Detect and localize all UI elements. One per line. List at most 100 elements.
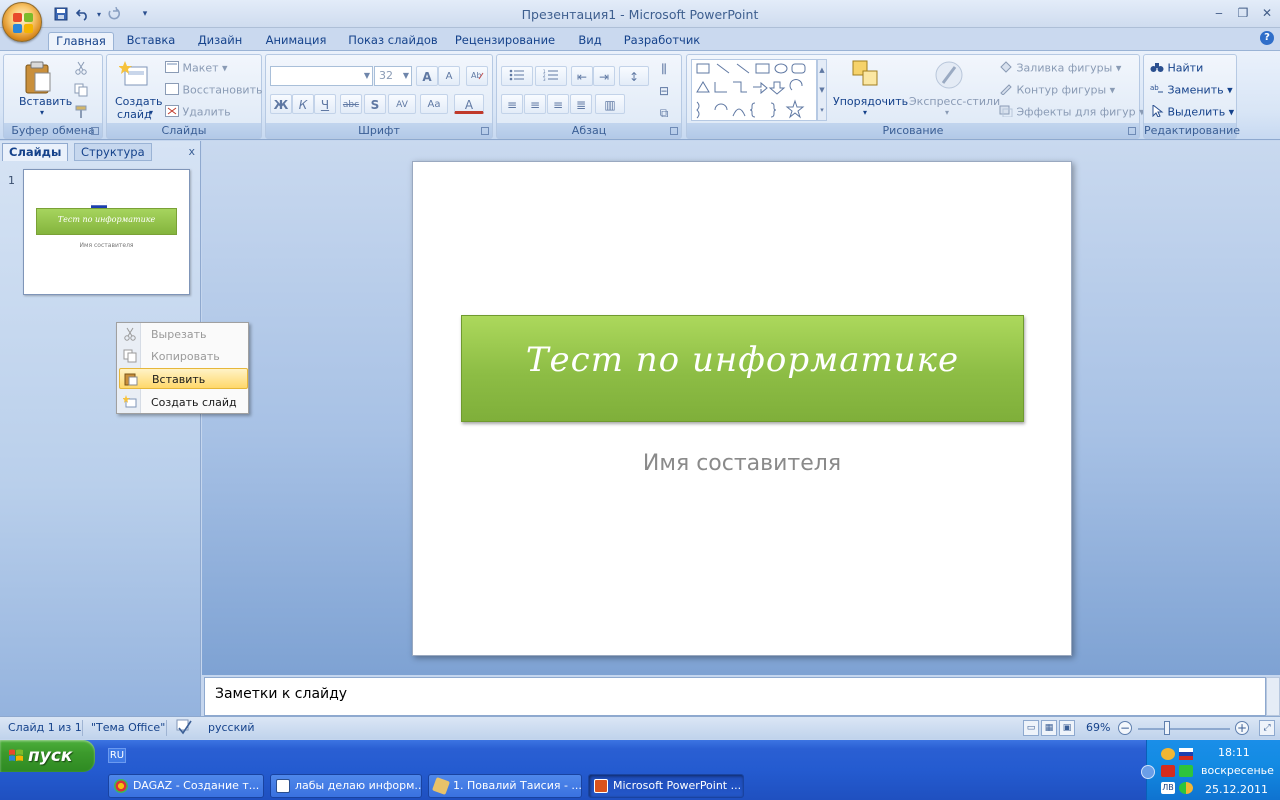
quick-styles-dropdown-icon[interactable]: ▾ [945, 108, 949, 117]
copy-icon[interactable] [74, 83, 88, 100]
office-button[interactable] [2, 2, 42, 42]
zoom-in-button[interactable]: + [1235, 721, 1249, 735]
font-size-combo[interactable]: 32 ▼ [374, 66, 412, 86]
menu-item-paste[interactable]: Вставить [119, 368, 248, 389]
zoom-out-button[interactable]: − [1118, 721, 1132, 735]
shadow-button[interactable]: S [364, 94, 386, 114]
align-text-icon[interactable]: ⊟ [653, 81, 675, 101]
line-spacing-icon[interactable]: ↕ [619, 66, 649, 86]
slide-thumbnail[interactable]: Тест по информатике Имя составителя [23, 169, 190, 295]
align-right-icon[interactable]: ≡ [547, 94, 569, 114]
font-color-button[interactable]: A [454, 94, 484, 114]
tab-slideshow[interactable]: Показ слайдов [344, 32, 442, 51]
network-icon[interactable] [1179, 765, 1193, 777]
tab-view[interactable]: Вид [570, 32, 610, 51]
columns-icon[interactable]: ▥ [595, 94, 625, 114]
tab-home[interactable]: Главная [48, 32, 114, 51]
underline-button[interactable]: Ч [314, 94, 336, 114]
shrink-font-button[interactable]: A [438, 66, 460, 86]
tab-developer[interactable]: Разработчик [618, 32, 706, 51]
menu-item-copy[interactable]: Копировать [119, 346, 248, 367]
align-left-icon[interactable]: ≡ [501, 94, 523, 114]
tray-lang-indicator[interactable]: ЛВ [1161, 782, 1175, 794]
taskbar-item[interactable]: Microsoft PowerPoint ... [588, 774, 744, 798]
shape-outline-button[interactable]: Контур фигуры ▾ [999, 83, 1115, 98]
antivirus-icon[interactable] [1161, 765, 1175, 777]
start-button[interactable]: пуск [0, 740, 95, 772]
taskbar-item[interactable]: лабы делаю информ... [270, 774, 422, 798]
tab-review[interactable]: Рецензирование [452, 32, 558, 51]
close-button[interactable]: ✕ [1256, 4, 1278, 22]
shapes-scroll-icon[interactable]: ▲ ▼ ▾ [817, 59, 827, 121]
align-center-icon[interactable]: ≡ [524, 94, 546, 114]
bullets-icon[interactable] [501, 66, 533, 86]
select-button[interactable]: Выделить ▾ [1150, 103, 1234, 120]
arrange-button[interactable]: Упорядочить [833, 95, 908, 108]
arrange-dropdown-icon[interactable]: ▾ [863, 108, 867, 117]
arrange-icon[interactable] [851, 59, 883, 94]
paste-button[interactable]: Вставить [19, 95, 72, 108]
paste-dropdown-icon[interactable]: ▾ [40, 108, 44, 117]
smartart-icon[interactable]: ⧉ [653, 103, 675, 123]
notes-placeholder[interactable]: Заметки к слайду [215, 686, 347, 702]
tray-collapse-icon[interactable] [1141, 765, 1155, 779]
notes-pane[interactable]: Заметки к слайду [204, 677, 1266, 716]
zoom-level[interactable]: 69% [1086, 721, 1110, 734]
decrease-indent-icon[interactable]: ⇤ [571, 66, 593, 86]
reset-button[interactable]: Восстановить [165, 83, 262, 98]
title-placeholder[interactable]: Тест по информатике [461, 315, 1024, 422]
text-direction-icon[interactable]: ⫼ [653, 59, 675, 79]
fit-to-window-icon[interactable]: ⤢ [1259, 720, 1275, 736]
spellcheck-icon[interactable] [175, 719, 193, 738]
paste-icon[interactable] [22, 61, 54, 98]
font-name-combo[interactable]: ▼ [270, 66, 373, 86]
restore-button[interactable]: ❐ [1232, 4, 1254, 22]
new-slide-button[interactable]: Создать [115, 95, 163, 108]
format-painter-icon[interactable] [74, 105, 88, 122]
notes-scrollbar[interactable] [1266, 677, 1280, 716]
paragraph-launcher-icon[interactable] [670, 127, 678, 135]
quick-styles-button[interactable]: Экспресс-стили [909, 95, 1000, 108]
layout-button[interactable]: Макет ▾ [165, 61, 228, 76]
zoom-slider-track[interactable] [1138, 728, 1230, 730]
menu-item-new-slide[interactable]: Создать слайд [119, 392, 248, 413]
tab-outline[interactable]: Структура [74, 143, 152, 161]
delete-slide-button[interactable]: Удалить [165, 105, 231, 120]
tab-animation[interactable]: Анимация [260, 32, 332, 51]
language-indicator[interactable]: русский [208, 721, 255, 734]
shapes-gallery[interactable] [691, 59, 817, 121]
keyboard-language[interactable]: RU [108, 748, 126, 763]
justify-icon[interactable]: ≣ [570, 94, 592, 114]
change-case-button[interactable]: Aa [420, 94, 448, 114]
help-icon[interactable]: ? [1260, 31, 1274, 45]
replace-button[interactable]: ab Заменить ▾ [1150, 83, 1233, 98]
slide-subtitle[interactable]: Имя составителя [413, 451, 1071, 476]
find-button[interactable]: Найти [1150, 61, 1203, 76]
taskbar-item[interactable]: DAGAZ - Создание т... [108, 774, 264, 798]
grow-font-button[interactable]: A [416, 66, 438, 86]
close-pane-icon[interactable]: x [188, 145, 195, 158]
char-spacing-button[interactable]: AV [388, 94, 416, 114]
font-name-dropdown-icon[interactable]: ▼ [364, 67, 370, 85]
tab-slides[interactable]: Слайды [2, 143, 69, 161]
clear-formatting-icon[interactable]: Ab [466, 66, 488, 86]
cut-icon[interactable] [74, 61, 88, 78]
increase-indent-icon[interactable]: ⇥ [593, 66, 615, 86]
font-size-dropdown-icon[interactable]: ▼ [403, 67, 409, 85]
shape-effects-button[interactable]: Эффекты для фигур ▾ [999, 105, 1145, 120]
numbering-icon[interactable]: 123 [535, 66, 567, 86]
slide-sorter-icon[interactable]: ▦ [1041, 720, 1057, 736]
menu-item-cut[interactable]: Вырезать [119, 324, 248, 345]
slideshow-view-icon[interactable]: ▣ [1059, 720, 1075, 736]
drawing-launcher-icon[interactable] [1128, 127, 1136, 135]
shape-fill-button[interactable]: Заливка фигуры ▾ [999, 61, 1121, 76]
clipboard-launcher-icon[interactable] [91, 127, 99, 135]
font-launcher-icon[interactable] [481, 127, 489, 135]
taskbar-item[interactable]: 1. Повалий Таисия - ... [428, 774, 582, 798]
clock-time[interactable]: 18:11 [1218, 746, 1250, 759]
minimize-button[interactable]: ‒ [1208, 4, 1230, 22]
zoom-slider-thumb[interactable] [1164, 721, 1170, 735]
slide-title[interactable]: Тест по информатике [462, 340, 1023, 380]
italic-button[interactable]: К [292, 94, 314, 114]
normal-view-icon[interactable]: ▭ [1023, 720, 1039, 736]
